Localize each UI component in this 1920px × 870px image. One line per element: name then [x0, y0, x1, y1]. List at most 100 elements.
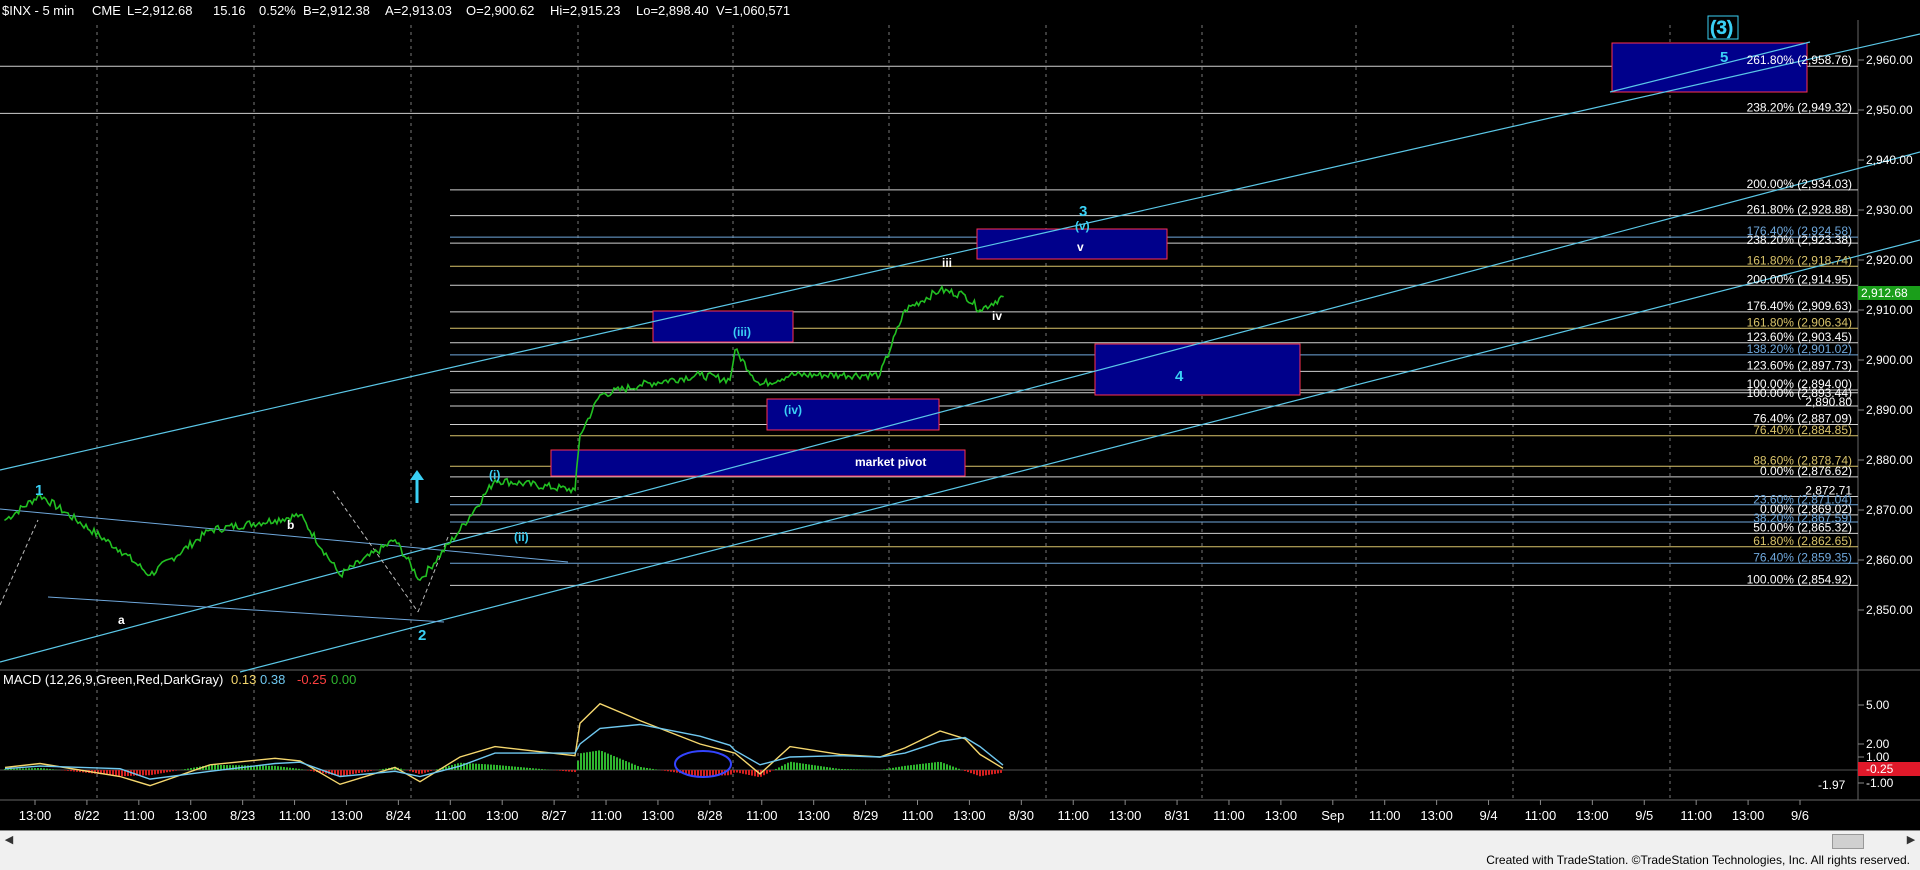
x-tick-label: 11:00 [1525, 808, 1557, 823]
header-volume: V=1,060,571 [716, 3, 790, 18]
wave-1-label: 1 [35, 482, 43, 499]
price-point [4, 519, 6, 521]
price-tick-label: 2,910.00 [1866, 303, 1913, 317]
wave-iv-paren-label: (iv) [784, 403, 802, 417]
macd-tick-label: -1.00 [1866, 776, 1894, 790]
macd-tick-label: 2.00 [1866, 737, 1890, 751]
horizontal-scrollbar[interactable]: ◀ ▶ [0, 830, 1920, 851]
x-tick-label: 9/5 [1635, 808, 1653, 823]
x-tick-label: 13:00 [953, 808, 986, 823]
x-tick-label: Sep [1321, 808, 1344, 823]
header-change: 15.16 [213, 3, 246, 18]
fib-label: 200.00% (2,934.03) [1747, 177, 1852, 191]
price-point [939, 289, 941, 291]
zone-wave-v[interactable] [976, 228, 1168, 260]
fib-label: 238.20% (2,949.32) [1747, 100, 1852, 114]
fib-label: 100.00% (2,854.92) [1747, 572, 1852, 586]
wave-iv-small-label: iv [992, 309, 1002, 323]
wave-v-paren-label: (v) [1075, 219, 1090, 233]
x-tick-label: 13:00 [1265, 808, 1298, 823]
wave-b-label: b [287, 518, 294, 532]
x-tick-label: 8/30 [1009, 808, 1034, 823]
price-point [789, 374, 791, 376]
price-point [299, 514, 301, 516]
x-tick-label: 11:00 [123, 808, 155, 823]
fib-label: 238.20% (2,923.38) [1747, 233, 1852, 247]
x-tick-label: 13:00 [486, 808, 519, 823]
fib-label: 61.80% (2,862.65) [1753, 534, 1852, 548]
x-tick-label: 13:00 [1420, 808, 1453, 823]
header-exchange: CME [92, 3, 121, 18]
fib-label: 76.40% (2,884.85) [1753, 423, 1852, 437]
price-point [459, 529, 461, 531]
x-tick-label: 11:00 [746, 808, 778, 823]
x-tick-label: 11:00 [590, 808, 622, 823]
macd-tick-label: 5.00 [1866, 698, 1890, 712]
macd-value: 0.13 [231, 672, 256, 687]
x-tick-label: 13:00 [174, 808, 207, 823]
x-tick-label: 13:00 [1576, 808, 1609, 823]
price-tick-label: 2,890.00 [1866, 403, 1913, 417]
x-tick-label: 9/4 [1479, 808, 1497, 823]
price-tick-label: 2,900.00 [1866, 353, 1913, 367]
price-chart[interactable]: $INX - 5 min CME L=2,912.68 15.16 0.52% … [0, 0, 1920, 830]
price-tick-label: 2,960.00 [1866, 53, 1913, 67]
zone-wave-iii[interactable] [652, 310, 794, 343]
wave-iii-paren-label: (iii) [733, 325, 751, 339]
x-tick-label: 9/6 [1791, 808, 1809, 823]
price-point [734, 349, 736, 351]
x-tick-label: 13:00 [797, 808, 830, 823]
chart-background [0, 0, 1920, 830]
macd-hist-value: -0.25 [297, 672, 327, 687]
wave-big3-label: (3) [1710, 18, 1733, 39]
zone-wave-4[interactable] [1094, 343, 1301, 396]
fib-label: 161.80% (2,918.74) [1747, 253, 1852, 267]
price-point [699, 374, 701, 376]
price-tick-label: 2,950.00 [1866, 103, 1913, 117]
wave-v-label: v [1077, 240, 1084, 254]
price-point [879, 374, 881, 376]
price-tick-label: 2,920.00 [1866, 253, 1913, 267]
price-point [639, 384, 641, 386]
fib-label: 176.40% (2,909.63) [1747, 299, 1852, 313]
fib-label: 50.00% (2,865.32) [1753, 520, 1852, 534]
scroll-left-arrow-icon[interactable]: ◀ [2, 833, 16, 847]
price-tick-label: 2,860.00 [1866, 553, 1913, 567]
macd-low-value: -1.97 [1818, 778, 1846, 792]
fib-label: 123.60% (2,897.73) [1747, 358, 1852, 372]
price-point [729, 379, 731, 381]
x-tick-label: 8/28 [697, 808, 722, 823]
wave-5-label: 5 [1720, 49, 1728, 66]
macd-current-value: -0.25 [1866, 762, 1894, 776]
wave-4-label: 4 [1175, 368, 1184, 385]
price-point [119, 549, 121, 551]
fib-label: 161.80% (2,906.34) [1747, 315, 1852, 329]
price-tick-label: 2,930.00 [1866, 203, 1913, 217]
x-tick-label: 11:00 [1680, 808, 1712, 823]
price-point [839, 374, 841, 376]
price-tick-label: 2,850.00 [1866, 603, 1913, 617]
price-point [964, 294, 966, 296]
market-pivot-label: market pivot [855, 455, 926, 469]
macd-title: MACD (12,26,9,Green,Red,DarkGray) [3, 672, 223, 687]
x-tick-label: 11:00 [902, 808, 934, 823]
last-price-value: 2,912.68 [1861, 286, 1908, 300]
x-tick-label: 8/29 [853, 808, 878, 823]
scroll-thumb[interactable] [1832, 834, 1864, 849]
wave-i-paren-label: (i) [489, 468, 500, 482]
wave-a-label: a [118, 613, 125, 627]
scroll-right-arrow-icon[interactable]: ▶ [1904, 833, 1918, 847]
header-last: L=2,912.68 [127, 3, 192, 18]
x-tick-label: 13:00 [330, 808, 363, 823]
x-tick-label: 8/22 [74, 808, 99, 823]
fib-label: 200.00% (2,914.95) [1747, 272, 1852, 286]
header-high: Hi=2,915.23 [550, 3, 620, 18]
price-point [579, 434, 581, 436]
macd-signal-value: 0.38 [260, 672, 285, 687]
price-tick-label: 2,880.00 [1866, 453, 1913, 467]
fib-label: 138.20% (2,901.02) [1747, 342, 1852, 356]
fib-label: 0.00% (2,876.62) [1760, 464, 1852, 478]
price-point [339, 574, 341, 576]
x-tick-label: 13:00 [19, 808, 52, 823]
header-open: O=2,900.62 [466, 3, 534, 18]
